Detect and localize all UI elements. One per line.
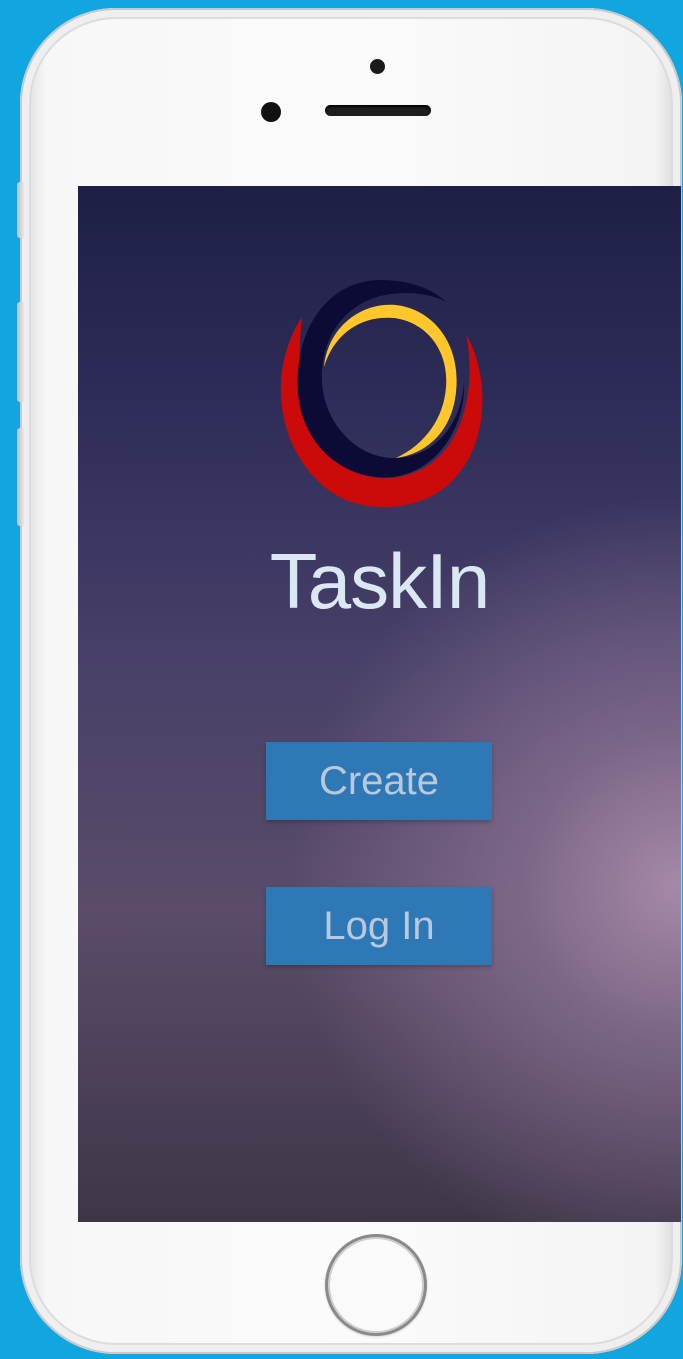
page-background: TaskIn Create Log In <box>0 0 683 1359</box>
home-button[interactable] <box>325 1234 427 1336</box>
taskin-logo-icon <box>280 280 483 508</box>
app-title: TaskIn <box>269 537 490 625</box>
volume-up-button <box>17 302 24 402</box>
create-button[interactable]: Create <box>266 742 492 820</box>
earpiece-speaker <box>325 105 431 116</box>
proximity-sensor <box>261 102 281 122</box>
app-screen: TaskIn Create Log In <box>78 186 681 1222</box>
mute-switch <box>17 182 24 238</box>
volume-down-button <box>17 428 24 526</box>
front-camera <box>370 59 385 74</box>
phone-frame: TaskIn Create Log In <box>20 8 682 1354</box>
login-button[interactable]: Log In <box>266 887 492 965</box>
